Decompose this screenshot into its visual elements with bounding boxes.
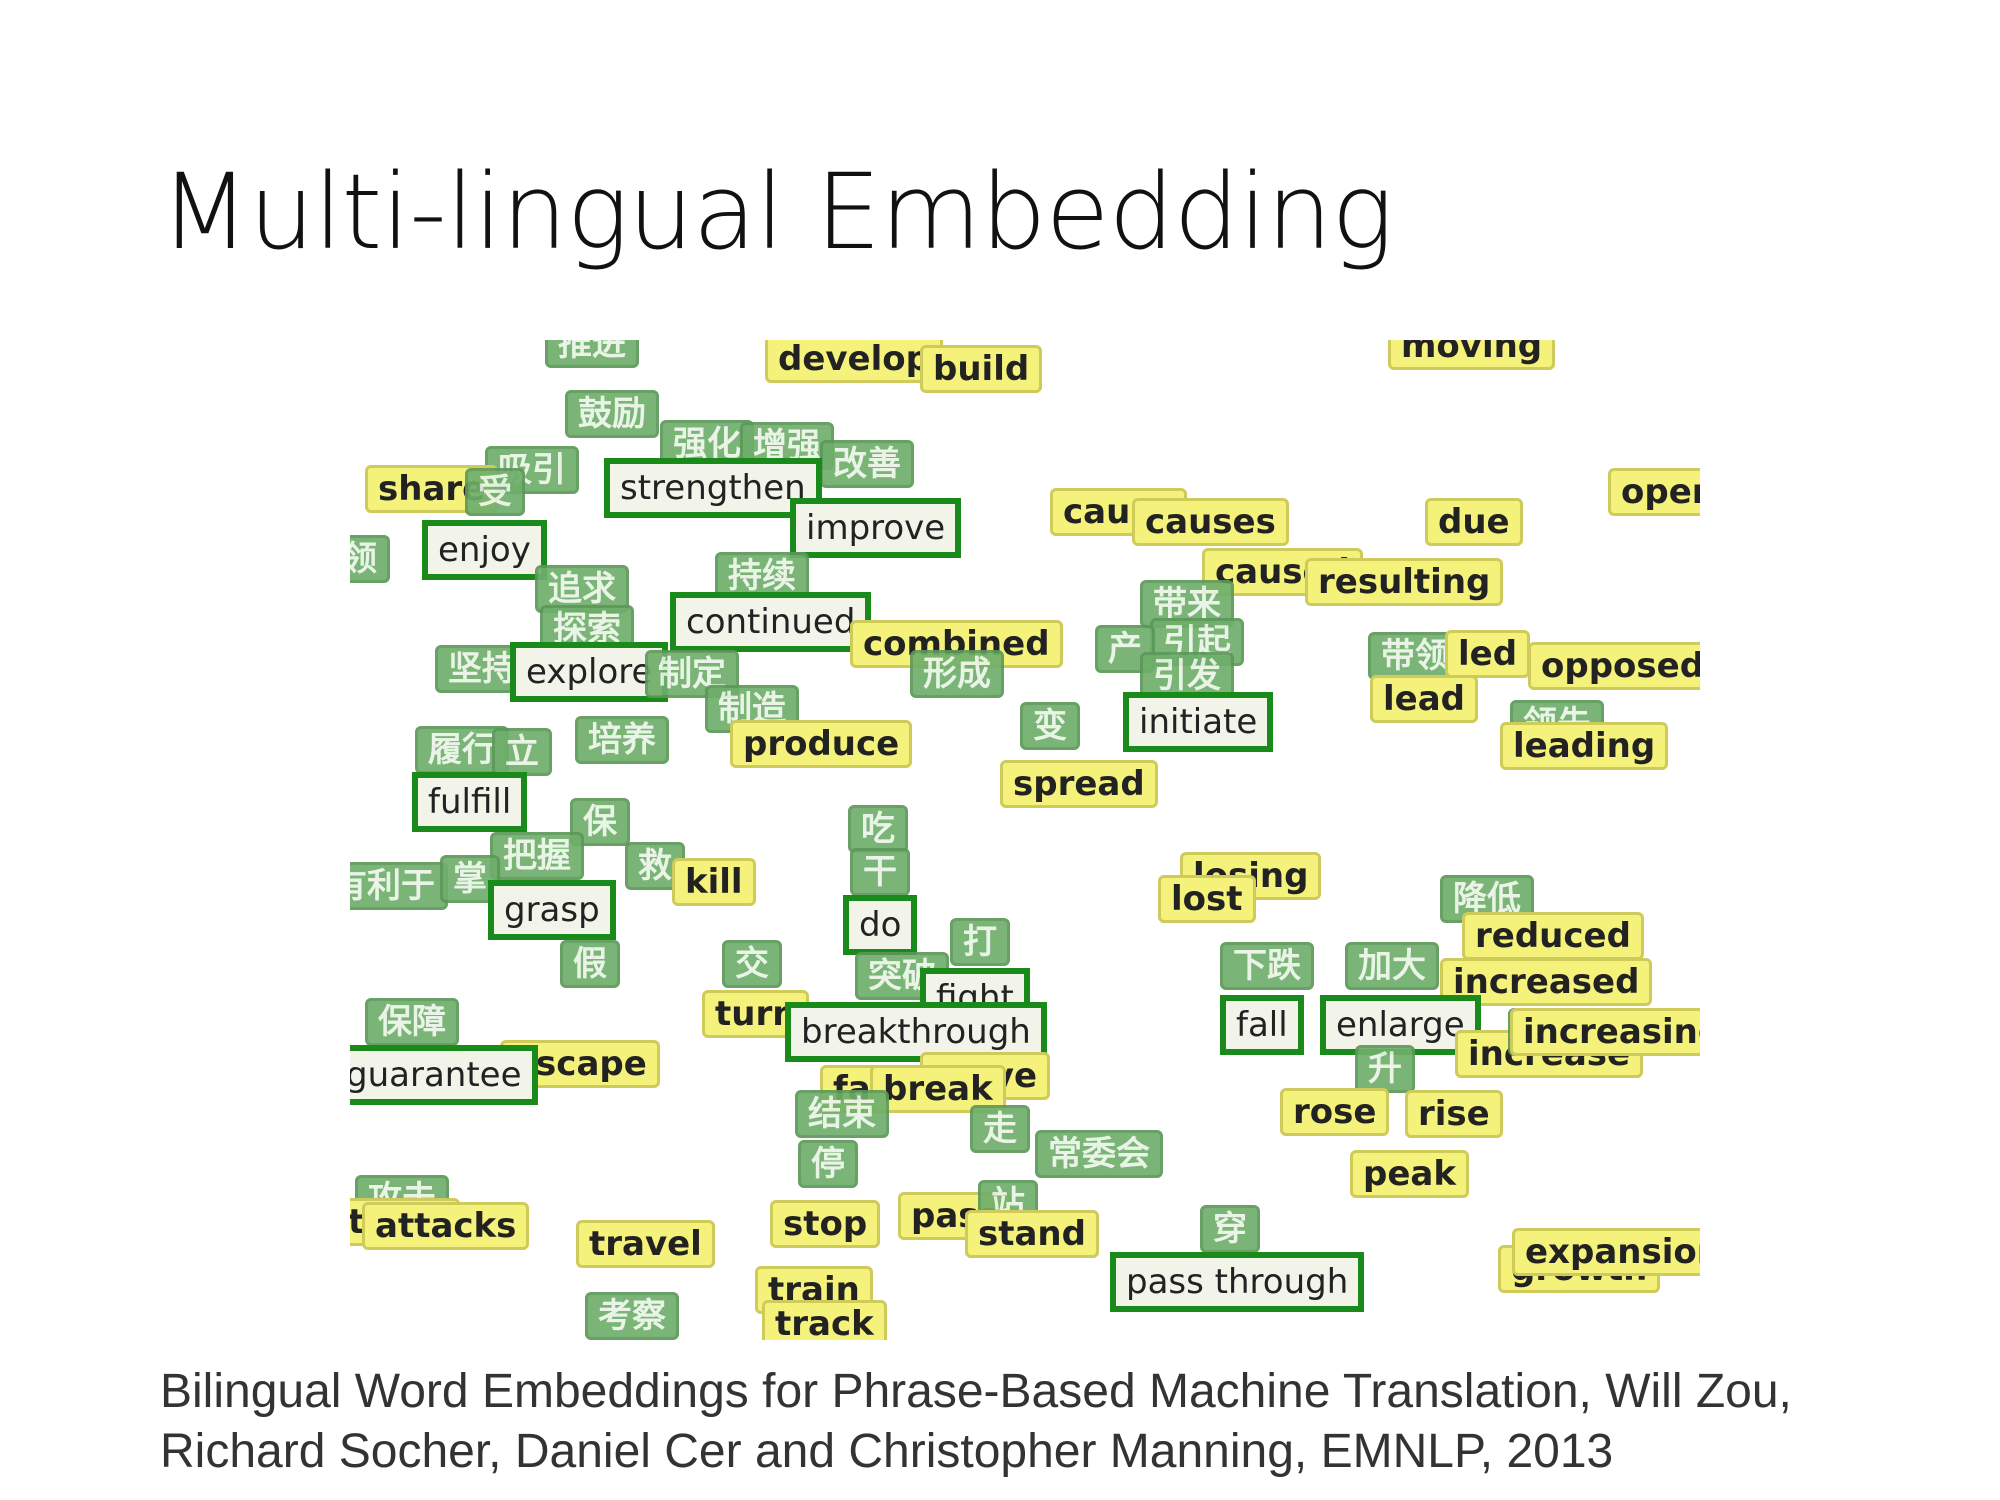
citation-line-2: Richard Socher, Daniel Cer and Christoph… <box>160 1425 1614 1478</box>
word-label-en: build <box>920 345 1043 393</box>
word-label-zh: 有利于 <box>350 862 448 910</box>
word-label-en: opposed <box>1528 642 1700 690</box>
word-label-en: travel <box>576 1220 715 1268</box>
word-label-zh: 升 <box>1355 1045 1415 1093</box>
highlighted-word-label: grasp <box>488 880 616 940</box>
word-label-zh: 停 <box>798 1140 858 1188</box>
word-label-zh: 推进 <box>545 340 639 368</box>
word-label-en: lost <box>1158 875 1256 923</box>
highlighted-word-label: do <box>843 895 918 955</box>
word-label-en: lead <box>1370 675 1478 723</box>
word-label-en: attacks <box>362 1202 530 1250</box>
word-label-en: stand <box>965 1210 1099 1258</box>
word-label-zh: 受 <box>465 468 525 516</box>
word-label-zh: 改善 <box>820 440 914 488</box>
word-label-zh: 加大 <box>1345 942 1439 990</box>
word-label-en: leading <box>1500 722 1669 770</box>
word-label-zh: 干 <box>850 848 910 896</box>
word-label-zh: 下跌 <box>1220 942 1314 990</box>
word-label-en: moving <box>1388 340 1556 370</box>
slide-title: Multi-lingual Embedding <box>160 151 1394 273</box>
word-label-en: rose <box>1280 1088 1390 1136</box>
word-label-zh: 打 <box>950 918 1010 966</box>
highlighted-word-label: enjoy <box>422 520 547 580</box>
word-label-zh: 常委会 <box>1035 1130 1163 1178</box>
word-label-en: rise <box>1405 1090 1503 1138</box>
word-label-en: causes <box>1132 498 1289 546</box>
word-label-en: kill <box>672 858 756 906</box>
word-label-zh: 形成 <box>910 650 1004 698</box>
word-label-zh: 结束 <box>795 1090 889 1138</box>
word-label-zh: 假 <box>560 940 620 988</box>
word-label-zh: 走 <box>970 1105 1030 1153</box>
highlighted-word-label: initiate <box>1123 692 1274 752</box>
word-label-en: resulting <box>1305 558 1504 606</box>
word-label-en: spread <box>1000 760 1158 808</box>
citation-line-1: Bilingual Word Embeddings for Phrase-Bas… <box>160 1365 1792 1418</box>
word-label-en: oper <box>1608 468 1700 516</box>
word-label-en: produce <box>730 720 913 768</box>
word-label-zh: 考察 <box>585 1292 679 1340</box>
word-label-zh: 领 <box>350 535 390 583</box>
word-label-en: increasing <box>1510 1008 1700 1056</box>
word-label-en: develop <box>765 340 943 383</box>
word-label-en: stop <box>770 1200 881 1248</box>
word-label-zh: 变 <box>1020 702 1080 750</box>
embedding-visualization: 推进 develop build moving 鼓励 强化 增强 改善 吸引 s… <box>350 340 1700 1340</box>
highlighted-word-label: improve <box>790 498 962 558</box>
word-label-zh: 培养 <box>575 716 669 764</box>
word-label-en: peak <box>1350 1150 1469 1198</box>
word-label-zh: 穿 <box>1200 1205 1260 1253</box>
word-label-en: track <box>762 1300 887 1340</box>
word-label-en: reduced <box>1462 912 1644 960</box>
word-label-zh: 吃 <box>848 805 908 853</box>
word-label-zh: 鼓励 <box>565 390 659 438</box>
highlighted-word-label: pass through <box>1110 1252 1365 1312</box>
highlighted-word-label: fulfill <box>412 772 528 832</box>
word-label-zh: 把握 <box>490 832 584 880</box>
word-label-zh: 立 <box>492 728 552 776</box>
word-label-en: expansion <box>1512 1228 1700 1276</box>
word-label-zh: 交 <box>722 940 782 988</box>
highlighted-word-label: continued <box>670 592 872 652</box>
highlighted-word-label: guarantee <box>350 1045 538 1105</box>
word-label-en: led <box>1445 630 1531 678</box>
highlighted-word-label: fall <box>1220 995 1304 1055</box>
citation: Bilingual Word Embeddings for Phrase-Bas… <box>160 1362 1792 1482</box>
word-label-en: due <box>1425 498 1523 546</box>
word-label-zh: 保障 <box>365 998 459 1046</box>
